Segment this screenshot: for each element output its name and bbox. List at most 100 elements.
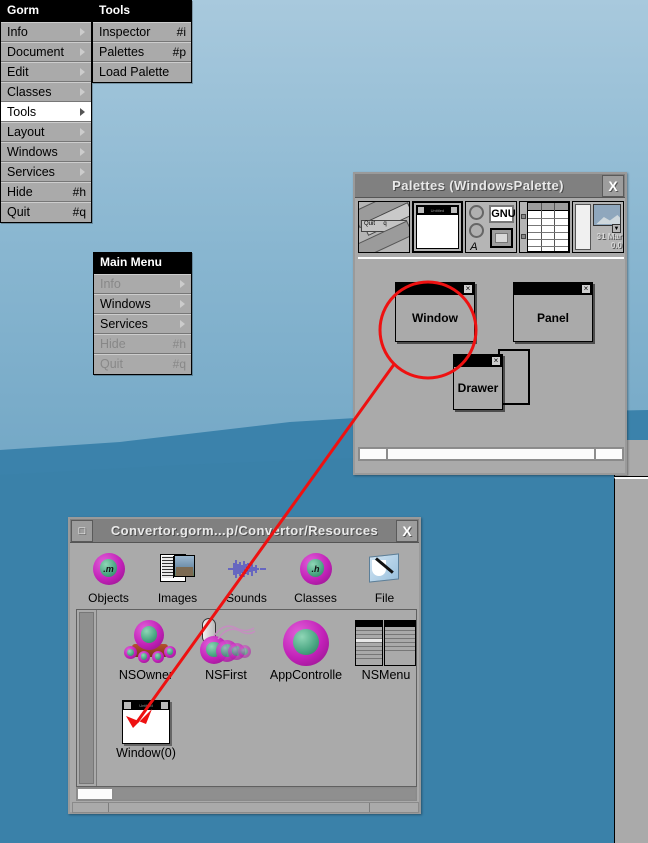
palette-object-panel[interactable]: × Panel	[513, 282, 593, 342]
windows-palette-icon: Untitled	[416, 205, 460, 249]
tab-images[interactable]: Images	[143, 547, 212, 605]
document-vertical-scrollbar[interactable]	[77, 610, 97, 786]
scroll-knob[interactable]	[77, 788, 113, 800]
menu-item-label: Services	[7, 163, 55, 182]
palette-button-windows-palette[interactable]: Untitled	[412, 201, 464, 253]
object-cell-nsowner[interactable]: NSOwner	[107, 614, 185, 682]
tab-sounds[interactable]: Sounds	[212, 547, 281, 605]
palette-object-window[interactable]: × Window	[395, 282, 475, 342]
object-label: AppControlle	[267, 668, 345, 682]
document-content-area[interactable]: NSOwner NSFirstAppControlle	[76, 609, 417, 787]
palette-object-drawer[interactable]: × Drawer	[453, 354, 503, 410]
tab-label: Objects	[74, 591, 143, 605]
gorm-menu-item-hide[interactable]: Hide#h	[1, 182, 91, 202]
minimize-button[interactable]: □	[71, 520, 93, 542]
scroll-knob[interactable]	[359, 448, 387, 460]
menu-item-label: Quit	[100, 355, 123, 374]
scroll-knob[interactable]	[79, 612, 94, 784]
gorm-menu-item-document[interactable]: Document	[1, 42, 91, 62]
tab-icon-container	[143, 549, 212, 589]
main-menu-item-info: Info	[94, 274, 191, 294]
gorm-menu-item-layout[interactable]: Layout	[1, 122, 91, 142]
menu-item-label: Layout	[7, 123, 45, 142]
menu-item-label: Inspector	[99, 23, 150, 42]
document-window[interactable]: □ Convertor.gorm...p/Convertor/Resources…	[68, 517, 421, 814]
tab-objects[interactable]: .m Objects	[74, 547, 143, 605]
menu-item-shortcut: #q	[173, 355, 186, 374]
palettes-horizontal-scrollbar[interactable]	[358, 447, 624, 461]
object-grid[interactable]: NSOwner NSFirstAppControlle	[97, 610, 416, 786]
tab-label: File	[350, 591, 419, 605]
tab-file[interactable]: File	[350, 547, 419, 605]
tools-menu-item-load-palette[interactable]: Load Palette	[93, 62, 191, 82]
tools-menu-item-inspector[interactable]: Inspector#i	[93, 22, 191, 42]
menu-item-label: Info	[7, 23, 28, 42]
main-menu-item-services[interactable]: Services	[94, 314, 191, 334]
main-menu[interactable]: Main Menu InfoWindowsServicesHide#hQuit#…	[93, 252, 192, 375]
scroll-knob-right[interactable]	[595, 448, 623, 460]
dot-h-ball-icon: .h	[300, 553, 332, 585]
resize-handle-middle[interactable]	[109, 803, 370, 812]
document-tab-bar[interactable]: .m Objects Images Sounds .h Classes File	[74, 547, 419, 609]
nsowner-icon	[116, 618, 176, 666]
gorm-menu-item-edit[interactable]: Edit	[1, 62, 91, 82]
document-horizontal-scrollbar[interactable]	[76, 787, 417, 801]
object-label: NSOwner	[107, 668, 185, 682]
menu-item-label: Palettes	[99, 43, 144, 62]
submenu-arrow-icon	[80, 128, 85, 136]
document-titlebar[interactable]: □ Convertor.gorm...p/Convertor/Resources…	[70, 519, 419, 543]
palette-selector-strip[interactable]: Quit q Untitled A GNU	[358, 201, 624, 255]
appcontroller-icon	[283, 620, 329, 666]
gorm-menu-items: InfoDocumentEditClassesToolsLayoutWindow…	[1, 22, 91, 222]
gorm-menu-item-classes[interactable]: Classes	[1, 82, 91, 102]
drawer-proto-titlebar: ×	[454, 355, 502, 367]
object-cell-nsmenu[interactable]: NSMenu	[347, 614, 425, 682]
palettes-titlebar[interactable]: Palettes (WindowsPalette) X	[355, 174, 625, 198]
object-cell-window0[interactable]: Untitled Window(0)	[107, 692, 185, 760]
menu-item-label: Quit	[7, 203, 30, 222]
palette-object-area[interactable]: × Window × Panel × Drawer	[358, 257, 624, 444]
gorm-menu-item-tools[interactable]: Tools	[1, 102, 91, 122]
tab-label: Classes	[281, 591, 350, 605]
document-resize-bar[interactable]	[72, 802, 419, 813]
motion-arc	[212, 622, 256, 642]
document-title-text: Convertor.gorm...p/Convertor/Resources	[94, 523, 395, 538]
menu-item-shortcut: #q	[73, 203, 86, 222]
gorm-menu-item-quit[interactable]: Quit #q	[1, 202, 91, 222]
object-label: NSFirst	[187, 668, 265, 682]
submenu-arrow-icon	[80, 168, 85, 176]
menu-item-label: Classes	[7, 83, 51, 102]
misc-palette-icon: ▼ 31 Mar 0.0	[573, 202, 623, 252]
palette-button-data-palette[interactable]	[519, 201, 571, 253]
palette-button-misc-palette[interactable]: ▼ 31 Mar 0.0	[572, 201, 624, 253]
object-cell-nsfirst[interactable]: NSFirst	[187, 614, 265, 682]
main-menu-item-windows[interactable]: Windows	[94, 294, 191, 314]
tab-icon-container	[212, 549, 281, 589]
nsfirst-icon	[194, 618, 258, 666]
menu-item-label: Windows	[7, 143, 58, 162]
object-label: Window(0)	[107, 746, 185, 760]
document-close-button[interactable]: X	[396, 520, 418, 542]
object-cell-appcontrolle[interactable]: AppControlle	[267, 614, 345, 682]
scroll-trough[interactable]	[387, 448, 595, 460]
palettes-window[interactable]: Palettes (WindowsPalette) X Quit q Untit…	[353, 172, 627, 475]
resize-handle-left[interactable]	[73, 803, 109, 812]
gorm-menu-item-windows[interactable]: Windows	[1, 142, 91, 162]
object-icon-container: Untitled	[107, 692, 185, 744]
palette-object-panel-label: Panel	[514, 295, 592, 341]
main-menu-title: Main Menu	[94, 253, 191, 274]
tools-menu-item-palettes[interactable]: Palettes#p	[93, 42, 191, 62]
gorm-menu-item-info[interactable]: Info	[1, 22, 91, 42]
tools-menu[interactable]: Tools Inspector#iPalettes#pLoad Palette	[92, 0, 192, 83]
menu-item-label: Document	[7, 43, 64, 62]
palette-button-menus-palette[interactable]: Quit q	[358, 201, 410, 253]
resize-handle-right[interactable]	[370, 803, 418, 812]
tab-icon-container: .m	[74, 549, 143, 589]
submenu-arrow-icon	[180, 280, 185, 288]
palettes-close-button[interactable]: X	[602, 175, 624, 197]
gorm-menu[interactable]: Gorm InfoDocumentEditClassesToolsLayoutW…	[0, 0, 92, 223]
scroll-trough[interactable]	[113, 788, 416, 800]
palette-button-controls-palette[interactable]: A GNU	[465, 201, 517, 253]
gorm-menu-item-services[interactable]: Services	[1, 162, 91, 182]
tab-classes[interactable]: .h Classes	[281, 547, 350, 605]
